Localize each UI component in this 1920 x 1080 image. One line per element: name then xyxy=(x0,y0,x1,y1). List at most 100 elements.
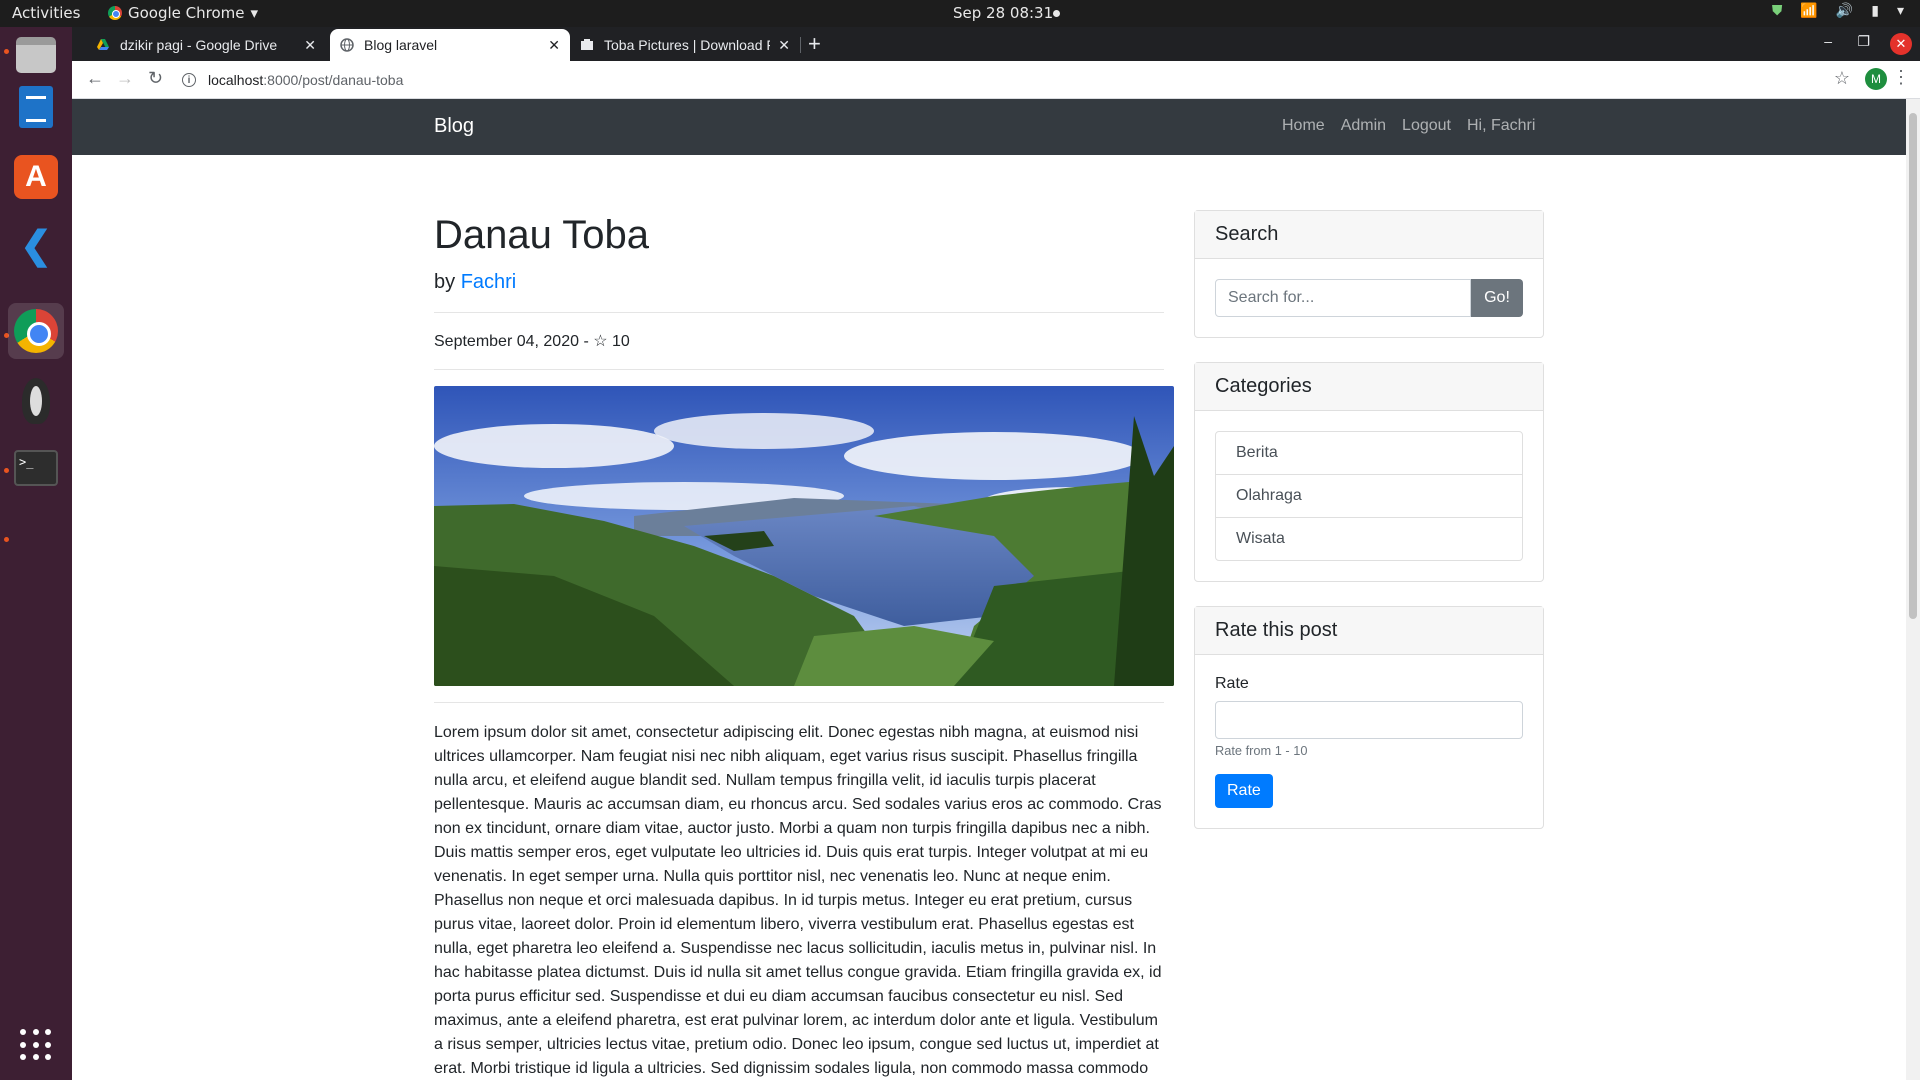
close-window-button[interactable]: ✕ xyxy=(1890,33,1912,55)
category-item-olahraga[interactable]: Olahraga xyxy=(1216,475,1522,518)
category-item-berita[interactable]: Berita xyxy=(1216,432,1522,475)
nav-logout[interactable]: Logout xyxy=(1402,117,1451,135)
post-rating: 10 xyxy=(612,333,630,350)
tab-title: Blog laravel xyxy=(364,37,438,53)
running-indicator xyxy=(4,537,9,542)
google-drive-icon xyxy=(97,39,109,50)
divider xyxy=(434,312,1164,313)
nav-admin[interactable]: Admin xyxy=(1341,117,1386,135)
rate-input[interactable] xyxy=(1215,701,1523,739)
forward-button[interactable]: → xyxy=(116,68,134,89)
show-apps-button[interactable] xyxy=(8,1017,64,1073)
rate-help-text: Rate from 1 - 10 xyxy=(1215,743,1308,758)
categories-card: Categories Berita Olahraga Wisata xyxy=(1194,362,1544,582)
penguin-icon xyxy=(22,378,50,424)
reload-button[interactable]: ↻ xyxy=(148,68,163,89)
volume-icon[interactable]: 🔊 xyxy=(1836,3,1853,19)
nav-home[interactable]: Home xyxy=(1282,117,1325,135)
search-card-header: Search xyxy=(1195,211,1543,259)
categories-list: Berita Olahraga Wisata xyxy=(1215,431,1523,561)
close-icon[interactable]: ✕ xyxy=(778,37,790,54)
search-card-body: Go! xyxy=(1195,259,1543,337)
browser-toolbar: ← → ↻ i localhost :8000/post/danau-toba … xyxy=(72,61,1920,99)
rate-button[interactable]: Rate xyxy=(1215,774,1273,808)
maximize-button[interactable]: ❐ xyxy=(1857,33,1870,50)
sidebar: Search Go! Categories Berita Olahraga Wi… xyxy=(1194,155,1544,853)
tab-title: dzikir pagi - Google Drive xyxy=(120,37,278,53)
penguin-app[interactable] xyxy=(8,373,64,429)
close-icon[interactable]: ✕ xyxy=(304,37,316,54)
app-menu[interactable]: Google Chrome ▾ xyxy=(108,4,258,22)
star-icon: ☆ xyxy=(593,333,608,350)
tab-title: Toba Pictures | Download Free Images xyxy=(604,37,770,53)
address-bar[interactable]: i localhost :8000/post/danau-toba xyxy=(182,65,1872,95)
category-item-wisata[interactable]: Wisata xyxy=(1216,518,1522,560)
globe-icon xyxy=(340,38,354,52)
tab-google-drive[interactable]: dzikir pagi - Google Drive ✕ xyxy=(86,29,326,61)
post-byline: by Fachri xyxy=(434,271,1164,294)
tab-separator xyxy=(800,37,801,53)
post-date: September 04, 2020 xyxy=(434,333,579,350)
post-title: Danau Toba xyxy=(434,213,649,257)
rate-label: Rate xyxy=(1215,675,1249,692)
back-button[interactable]: ← xyxy=(86,68,104,89)
app-grid-icon xyxy=(20,1029,52,1061)
activities-button[interactable]: Activities xyxy=(12,4,80,22)
terminal-app[interactable]: >_ xyxy=(8,440,64,496)
files-icon xyxy=(16,37,56,73)
post-content: Danau Toba by Fachri September 04, 2020 … xyxy=(434,155,1174,1080)
files-app[interactable] xyxy=(8,27,64,83)
site-navbar: Blog Home Admin Logout Hi, Fachri xyxy=(72,99,1906,155)
post-meta: September 04, 2020 - ☆ 10 xyxy=(434,331,1164,351)
new-tab-button[interactable]: + xyxy=(808,31,821,57)
scrollbar-thumb[interactable] xyxy=(1909,113,1917,619)
post-body: Lorem ipsum dolor sit amet, consectetur … xyxy=(434,724,1162,1077)
document-icon xyxy=(19,86,53,128)
chevron-down-icon[interactable]: ▾ xyxy=(1897,3,1904,19)
post-image xyxy=(434,386,1174,686)
search-go-button[interactable]: Go! xyxy=(1471,279,1523,317)
divider xyxy=(434,702,1164,703)
categories-card-body: Berita Olahraga Wisata xyxy=(1195,411,1543,581)
search-card: Search Go! xyxy=(1194,210,1544,338)
software-store-icon: A xyxy=(14,155,58,199)
menu-kebab-icon[interactable]: ⋮ xyxy=(1892,67,1910,88)
profile-avatar[interactable]: M xyxy=(1865,68,1887,90)
software-app[interactable]: A xyxy=(8,149,64,205)
site-nav-links: Home Admin Logout Hi, Fachri xyxy=(1282,117,1535,135)
bookmark-star-icon[interactable]: ☆ xyxy=(1834,68,1850,89)
chrome-app[interactable] xyxy=(8,303,64,359)
url-host: localhost xyxy=(208,72,264,88)
author-link[interactable]: Fachri xyxy=(461,271,517,293)
camera-icon xyxy=(581,39,593,50)
page-scrollbar[interactable] xyxy=(1906,99,1920,1080)
minimize-button[interactable]: – xyxy=(1824,33,1832,49)
lake-landscape-image xyxy=(434,386,1174,686)
close-icon[interactable]: ✕ xyxy=(548,37,560,54)
nav-user-greeting[interactable]: Hi, Fachri xyxy=(1467,117,1535,135)
clock[interactable]: Sep 28 08:31 xyxy=(953,4,1053,22)
site-brand[interactable]: Blog xyxy=(434,115,474,138)
wifi-icon[interactable]: 📶 xyxy=(1800,3,1817,19)
terminal-icon: >_ xyxy=(14,450,58,486)
tab-blog-laravel[interactable]: Blog laravel ✕ xyxy=(330,29,570,61)
tab-strip: dzikir pagi - Google Drive ✕ Blog larave… xyxy=(72,27,1920,61)
meta-separator: - xyxy=(579,333,594,350)
rate-card-header: Rate this post xyxy=(1195,607,1543,655)
system-tray[interactable]: ⛊ 📶 🔊 ▮ ▾ xyxy=(1772,3,1904,19)
vscode-app[interactable]: ❮ xyxy=(8,217,64,273)
tab-toba-pictures[interactable]: Toba Pictures | Download Free Images ✕ xyxy=(570,29,800,61)
rate-card-body: Rate Rate from 1 - 10 Rate xyxy=(1195,655,1543,828)
dock: A ❮ >_ xyxy=(0,27,72,1080)
battery-icon[interactable]: ▮ xyxy=(1871,3,1879,19)
chrome-icon xyxy=(108,6,122,20)
shield-icon[interactable]: ⛊ xyxy=(1772,3,1783,19)
categories-card-header: Categories xyxy=(1195,363,1543,411)
site-info-icon[interactable]: i xyxy=(182,73,196,87)
page-viewport: Blog Home Admin Logout Hi, Fachri Danau … xyxy=(72,99,1920,1080)
search-input[interactable] xyxy=(1215,279,1471,317)
app-menu-label: Google Chrome xyxy=(128,4,245,22)
chrome-window: dzikir pagi - Google Drive ✕ Blog larave… xyxy=(72,27,1920,1080)
writer-app[interactable] xyxy=(8,79,64,135)
chrome-icon xyxy=(14,309,58,353)
